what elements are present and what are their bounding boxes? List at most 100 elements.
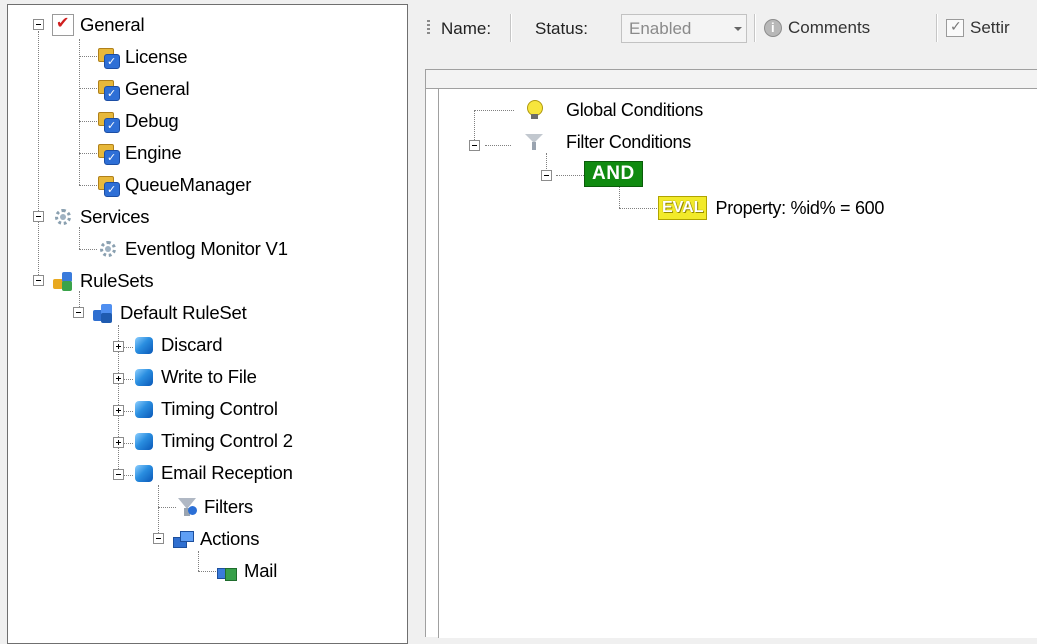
tree-item-license[interactable]: ✓ License xyxy=(97,43,188,71)
tree-connector xyxy=(79,121,97,122)
tree-item-timing-control[interactable]: Timing Control xyxy=(133,395,278,423)
gear-icon xyxy=(52,206,74,228)
condition-text: Property: %id% = 600 xyxy=(715,197,885,218)
tree-connector xyxy=(123,379,133,380)
tree-item-general[interactable]: General xyxy=(52,11,145,39)
expand-discard-toggle[interactable] xyxy=(113,341,124,352)
actions-icon xyxy=(172,528,194,550)
tree-connector xyxy=(485,145,511,146)
tree-connector xyxy=(79,88,97,89)
comments-icon xyxy=(764,19,782,37)
tree-item-filters[interactable]: Filters xyxy=(176,493,253,521)
queue-config-icon: ✓ xyxy=(97,174,120,197)
collapse-and-toggle[interactable] xyxy=(541,170,552,181)
panel-splitter[interactable] xyxy=(408,0,425,637)
tree-connector xyxy=(38,31,39,281)
toolbar-separator xyxy=(754,14,756,42)
and-operator-node[interactable]: AND xyxy=(584,161,643,187)
tree-item-engine[interactable]: ✓ Engine xyxy=(97,139,182,167)
and-operator-badge: AND xyxy=(584,161,643,187)
rule-cube-icon xyxy=(133,462,155,484)
tree-item-actions[interactable]: Actions xyxy=(172,525,259,553)
rule-cube-icon xyxy=(133,430,155,452)
collapse-default-ruleset-toggle[interactable] xyxy=(73,307,84,318)
tree-item-services[interactable]: Services xyxy=(52,203,150,231)
filter-conditions-node[interactable]: Filter Conditions xyxy=(524,129,691,155)
filter-conditions-tree[interactable]: Global Conditions Filter Conditions AND … xyxy=(438,89,1037,638)
tree-item-write-to-file[interactable]: Write to File xyxy=(133,363,257,391)
comments-button[interactable]: Comments xyxy=(764,14,870,42)
collapse-email-reception-toggle[interactable] xyxy=(113,469,124,480)
collapse-actions-toggle[interactable] xyxy=(153,533,164,544)
status-dropdown-value: Enabled xyxy=(629,19,692,38)
chevron-down-icon[interactable] xyxy=(728,15,746,42)
tree-connector xyxy=(619,208,657,209)
tree-item-label: Timing Control 2 xyxy=(161,430,293,451)
tree-item-email-reception[interactable]: Email Reception xyxy=(133,459,293,487)
lightbulb-icon xyxy=(524,99,544,121)
toolbar-separator xyxy=(510,14,512,42)
tree-connector xyxy=(619,186,620,208)
collapse-services-toggle[interactable] xyxy=(33,211,44,222)
tree-item-general-settings[interactable]: ✓ General xyxy=(97,75,190,103)
tree-item-label: License xyxy=(125,46,188,67)
tree-item-queuemanager[interactable]: ✓ QueueManager xyxy=(97,171,251,199)
tree-item-eventlog-monitor[interactable]: Eventlog Monitor V1 xyxy=(97,235,288,263)
eval-condition-node[interactable]: EVAL Property: %id% = 600 xyxy=(658,195,884,221)
rule-cube-icon xyxy=(133,334,155,356)
configuration-tree[interactable]: General ✓ License ✓ General ✓ Debug ✓ En… xyxy=(7,4,408,644)
tree-item-label: Engine xyxy=(125,142,182,163)
toolbar-separator xyxy=(936,14,938,42)
tree-item-mail[interactable]: Mail xyxy=(216,557,277,585)
tree-item-label: Timing Control xyxy=(161,398,278,419)
mail-action-icon xyxy=(216,560,238,582)
tree-item-debug[interactable]: ✓ Debug xyxy=(97,107,179,135)
tree-item-label: General xyxy=(125,78,190,99)
tree-connector xyxy=(198,571,216,572)
tree-connector xyxy=(158,485,159,539)
rulesets-icon xyxy=(52,270,74,292)
tree-item-default-ruleset[interactable]: Default RuleSet xyxy=(92,299,247,327)
name-label: Name: xyxy=(441,19,492,38)
tree-item-label: Debug xyxy=(125,110,179,131)
tree-item-label: Mail xyxy=(244,560,278,581)
tree-connector xyxy=(474,110,514,111)
rule-cube-icon xyxy=(133,398,155,420)
ruleset-icon xyxy=(92,302,114,324)
tree-item-label: Write to File xyxy=(161,366,257,387)
comments-button-label: Comments xyxy=(788,18,871,37)
tree-item-label: Services xyxy=(80,206,150,227)
funnel-icon xyxy=(524,131,544,153)
tree-item-timing-control-2[interactable]: Timing Control 2 xyxy=(133,427,293,455)
settings-icon xyxy=(946,18,964,37)
collapse-general-toggle[interactable] xyxy=(33,19,44,30)
tree-connector xyxy=(79,185,97,186)
tree-connector xyxy=(123,347,133,348)
collapse-filter-conditions-toggle[interactable] xyxy=(469,140,480,151)
tree-item-label: RuleSets xyxy=(80,270,154,291)
settings-button[interactable]: Settir xyxy=(946,14,1010,42)
debug-config-icon: ✓ xyxy=(97,110,120,133)
status-label: Status: xyxy=(535,19,588,38)
expand-write-to-file-toggle[interactable] xyxy=(113,373,124,384)
global-conditions-node[interactable]: Global Conditions xyxy=(524,97,703,123)
tree-connector xyxy=(158,507,176,508)
collapse-rulesets-toggle[interactable] xyxy=(33,275,44,286)
tree-item-discard[interactable]: Discard xyxy=(133,331,223,359)
settings-button-label: Settir xyxy=(970,18,1010,37)
eval-badge: EVAL xyxy=(658,196,708,220)
tree-item-label: Discard xyxy=(161,334,223,355)
toolbar-grip[interactable] xyxy=(427,20,430,36)
expand-timing-control-toggle[interactable] xyxy=(113,405,124,416)
status-dropdown[interactable]: Enabled xyxy=(621,14,747,43)
expand-timing-control-2-toggle[interactable] xyxy=(113,437,124,448)
tree-item-label: Filters xyxy=(204,496,253,517)
tree-connector xyxy=(123,475,133,476)
engine-config-icon: ✓ xyxy=(97,142,120,165)
tree-item-rulesets[interactable]: RuleSets xyxy=(52,267,154,295)
tree-connector xyxy=(79,249,97,250)
tree-item-label: QueueManager xyxy=(125,174,252,195)
tree-connector xyxy=(79,153,97,154)
filter-icon xyxy=(176,496,198,518)
tree-connector xyxy=(79,56,97,57)
